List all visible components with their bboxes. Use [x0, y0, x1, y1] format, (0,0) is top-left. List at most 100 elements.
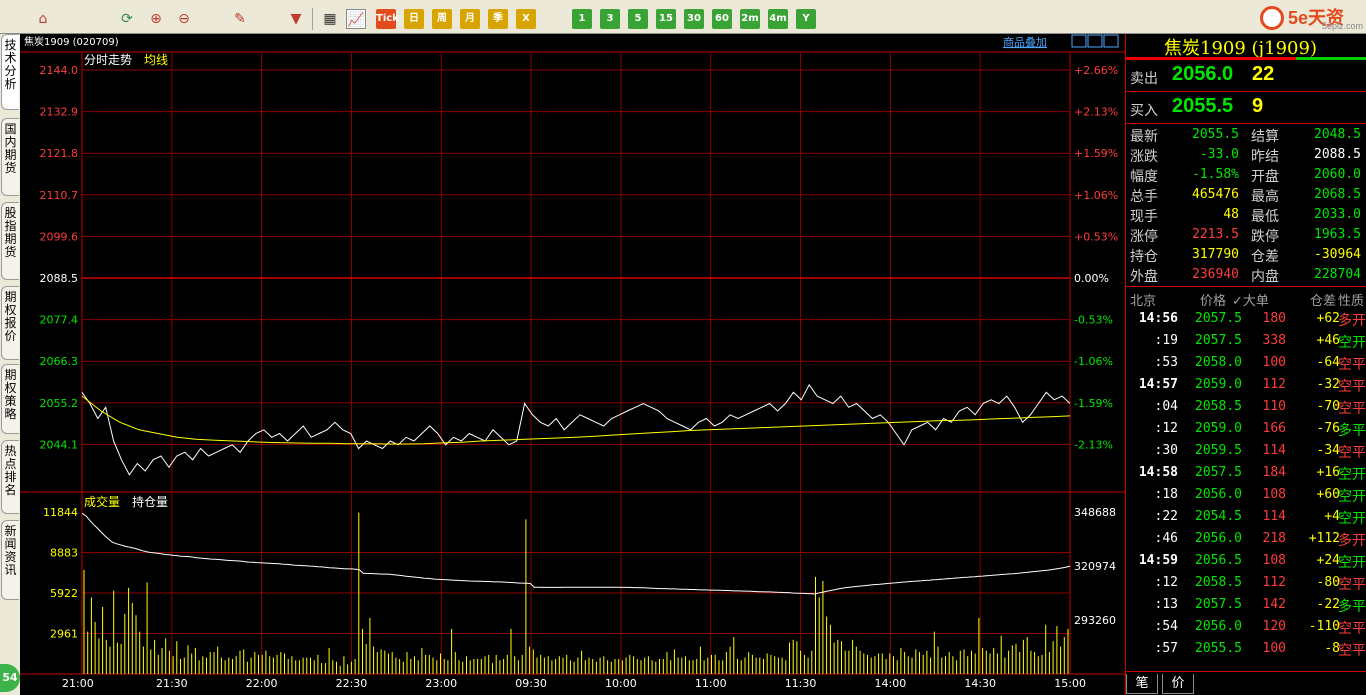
- rail-tab[interactable]: 新闻资讯: [1, 520, 19, 600]
- rail-tab[interactable]: 国内期货: [1, 118, 19, 196]
- rail-tab[interactable]: 热点排名: [1, 440, 19, 514]
- rail-tab[interactable]: 期权策略: [1, 364, 19, 434]
- tick-kind: 空开: [1338, 555, 1366, 571]
- tick-row: :18 2056.0 108 +60 空开: [1126, 484, 1366, 506]
- tick-kind: 空平: [1338, 445, 1366, 461]
- filter-icon[interactable]: ▼: [286, 9, 306, 29]
- stat-value: 2068.5: [1314, 187, 1361, 202]
- price-legend: 分时走势: [84, 53, 132, 67]
- tick-kind: 空平: [1338, 401, 1366, 417]
- period-button[interactable]: 1: [572, 9, 592, 29]
- tab-price[interactable]: 价: [1162, 674, 1194, 694]
- rail-tab[interactable]: 股指期货: [1, 202, 19, 280]
- pct-tick-label: -2.13%: [1074, 438, 1113, 451]
- period-button[interactable]: 15: [656, 9, 676, 29]
- zoom-out-icon[interactable]: ⊖: [174, 9, 194, 29]
- tick-time: 14:56: [1138, 311, 1178, 326]
- period-button[interactable]: 3: [600, 9, 620, 29]
- stat-value: 2055.5: [1192, 127, 1239, 142]
- tick-time: :30: [1154, 443, 1178, 458]
- y-tick-label: 2121.8: [40, 147, 79, 160]
- ticks-header: 北京 价格 ✓大单 仓差 性质: [1126, 286, 1366, 309]
- y-tick-label: 2066.3: [40, 355, 79, 368]
- stat-label: 最高: [1251, 189, 1279, 205]
- period-button[interactable]: 60: [712, 9, 732, 29]
- tick-time: :53: [1154, 355, 1178, 370]
- overlay-link[interactable]: 商品叠加: [1003, 35, 1047, 49]
- period-button[interactable]: X: [516, 9, 536, 29]
- period-button[interactable]: 4m: [768, 9, 788, 29]
- tick-row: :57 2055.5 100 -8 空平: [1126, 638, 1366, 660]
- stat-label: 幅度: [1130, 169, 1158, 185]
- period-button[interactable]: 周: [432, 9, 452, 29]
- tick-price: 2058.5: [1195, 399, 1242, 414]
- stat-row: 外盘 236940 内盘 228704: [1126, 264, 1366, 285]
- bid-price: 2055.5: [1172, 95, 1234, 117]
- chart-view-icon[interactable]: 📈: [346, 9, 366, 29]
- period-button[interactable]: Y: [796, 9, 816, 29]
- y-tick-label: 2077.4: [40, 314, 79, 327]
- toolbar: ⌂ ⟳ ⊕ ⊖ ✎ ▼ ▦ 📈 Tick 日周月季 X 1 3 5 15 30 60 2m 4m Y …: [0, 0, 1366, 34]
- bid-volume: 9: [1252, 95, 1264, 117]
- tick-kind: 多平: [1338, 423, 1366, 439]
- x-tick-label: 23:00: [425, 677, 457, 690]
- ask-row: 卖出 2056.0 22: [1126, 60, 1366, 92]
- period-button[interactable]: 日: [404, 9, 424, 29]
- tick-price: 2059.5: [1195, 443, 1242, 458]
- tick-price: 2056.0: [1195, 487, 1242, 502]
- rail-tab[interactable]: 技术分析: [1, 34, 19, 110]
- tick-kind: 空开: [1338, 467, 1366, 483]
- stat-value: 317790: [1192, 247, 1239, 262]
- period-button[interactable]: 30: [684, 9, 704, 29]
- stat-label: 持仓: [1130, 249, 1158, 265]
- tick-price: 2058.5: [1195, 575, 1242, 590]
- intraday-chart[interactable]: 焦炭1909 (020709) 商品叠加 21:00 21:30 22:00 22:30 2…: [20, 34, 1125, 695]
- tick-price: 2057.5: [1195, 311, 1242, 326]
- y-tick-label: 2099.6: [40, 230, 79, 243]
- stat-value: 465476: [1192, 187, 1239, 202]
- tick-kind: 空平: [1338, 379, 1366, 395]
- stat-row: 幅度 -1.58% 开盘 2060.0: [1126, 164, 1366, 185]
- tick-row: :46 2056.0 218 +112 多开: [1126, 528, 1366, 550]
- tick-row: 14:59 2056.5 108 +24 空开: [1126, 550, 1366, 572]
- tick-volume: 112: [1262, 377, 1286, 392]
- stat-row: 涨停 2213.5 跌停 1963.5: [1126, 224, 1366, 245]
- home-icon[interactable]: ⌂: [33, 9, 53, 29]
- ticks-header-volume[interactable]: ✓大单: [1232, 290, 1269, 309]
- pct-tick-label: +1.06%: [1074, 189, 1118, 202]
- stat-label: 总手: [1130, 189, 1158, 205]
- period-button[interactable]: 月: [460, 9, 480, 29]
- pct-tick-label: -1.06%: [1074, 355, 1113, 368]
- draw-pencil-icon[interactable]: ✎: [230, 9, 250, 29]
- period-button[interactable]: 季: [488, 9, 508, 29]
- tick-kind: 多开: [1338, 313, 1366, 329]
- rail-tab[interactable]: 期权报价: [1, 286, 19, 360]
- period-button[interactable]: 2m: [740, 9, 760, 29]
- refresh-icon[interactable]: ⟳: [117, 9, 137, 29]
- stat-value: 2213.5: [1192, 227, 1239, 242]
- vol-tick-label: 2961: [50, 628, 78, 641]
- stat-row: 持仓 317790 仓差 -30964: [1126, 244, 1366, 265]
- tick-time: :57: [1154, 641, 1178, 656]
- period-button[interactable]: Tick: [376, 9, 399, 29]
- tick-volume: 184: [1262, 465, 1286, 480]
- table-view-icon[interactable]: ▦: [320, 9, 340, 29]
- tick-volume: 120: [1262, 619, 1286, 634]
- stat-value: 236940: [1192, 267, 1239, 282]
- tick-row: :53 2058.0 100 -64 空平: [1126, 352, 1366, 374]
- stat-label: 涨停: [1130, 229, 1158, 245]
- zoom-in-icon[interactable]: ⊕: [146, 9, 166, 29]
- stat-value: 2033.0: [1314, 207, 1361, 222]
- pct-tick-label: +2.66%: [1074, 64, 1118, 77]
- tick-kind: 空开: [1338, 511, 1366, 527]
- tick-kind: 空平: [1338, 643, 1366, 659]
- tick-volume: 142: [1262, 597, 1286, 612]
- tick-volume: 166: [1262, 421, 1286, 436]
- avg-legend: 均线: [144, 53, 168, 67]
- tab-ticks[interactable]: 笔: [1126, 674, 1158, 694]
- period-button[interactable]: 5: [628, 9, 648, 29]
- tick-kind: 空开: [1338, 335, 1366, 351]
- tick-row: :12 2059.0 166 -76 多平: [1126, 418, 1366, 440]
- pct-tick-label: 0.00%: [1074, 272, 1109, 285]
- toolbar-separator: [312, 8, 313, 30]
